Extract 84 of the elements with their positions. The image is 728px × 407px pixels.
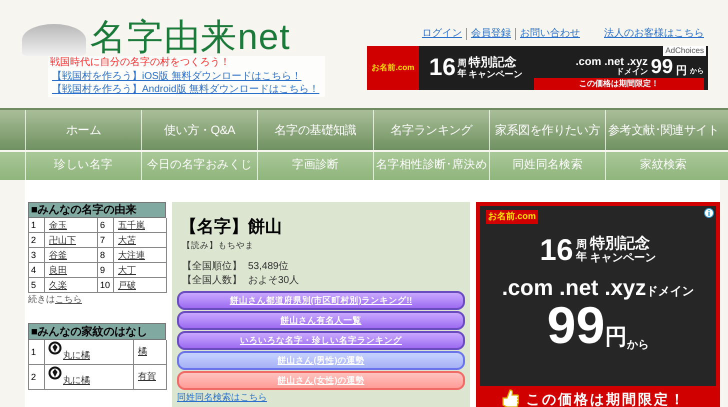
surname-link[interactable]: 大注連 bbox=[118, 250, 145, 260]
surname-link[interactable]: 戸破 bbox=[118, 280, 136, 290]
table-cell: 6 bbox=[98, 218, 114, 233]
ad-text: キャンペーン bbox=[590, 251, 656, 265]
nav-link[interactable]: 参考文献･関連サイト bbox=[605, 110, 721, 150]
surname-link[interactable]: 大苫 bbox=[118, 234, 136, 246]
table-cell: 7 bbox=[98, 233, 114, 248]
ad-text: 周 bbox=[458, 58, 467, 68]
table-cell: 2 bbox=[29, 233, 45, 248]
ad-text: から bbox=[626, 338, 649, 352]
ad-logo: お名前.com bbox=[372, 62, 414, 74]
crest-icon bbox=[48, 366, 62, 380]
header-link[interactable]: ログイン bbox=[418, 28, 466, 40]
surname-link[interactable]: 卍山下 bbox=[49, 234, 76, 246]
nav-link[interactable]: 名字ランキング bbox=[373, 110, 489, 150]
table-cell: 3 bbox=[29, 248, 45, 263]
table-cell: 10 bbox=[98, 278, 114, 293]
header-link[interactable]: 会員登録 bbox=[466, 28, 515, 40]
nav-link[interactable]: 家系図を作りたい方 bbox=[489, 110, 605, 150]
link-button[interactable]: いろいろな名字・珍しい名字ランキング bbox=[177, 331, 465, 350]
ad-text: 99 bbox=[650, 57, 673, 77]
surname-link[interactable]: 金玉 bbox=[49, 220, 67, 230]
ad-text: 特別記念 bbox=[590, 237, 652, 251]
surname-link[interactable]: 有賀 bbox=[138, 370, 156, 384]
link-button[interactable]: 餅山さん有名人一覧 bbox=[177, 311, 465, 330]
header-link[interactable]: お問い合わせ bbox=[515, 28, 584, 40]
table-cell: 9 bbox=[98, 263, 114, 278]
stat-label: 【全国順位】 bbox=[182, 260, 242, 274]
more-link[interactable]: こちら bbox=[55, 293, 82, 306]
ad-text: 円 bbox=[676, 65, 687, 77]
info-icon[interactable] bbox=[704, 208, 714, 218]
surname-link[interactable]: 橘 bbox=[138, 345, 147, 359]
ad-logo: お名前.com bbox=[486, 210, 538, 224]
header-link[interactable]: 法人のお客様はこちら bbox=[600, 28, 708, 40]
crest-icon bbox=[48, 341, 62, 355]
ad-text: .com .net .xyz bbox=[502, 276, 646, 300]
promo-text: 戦国時代に自分の名字の村をつくろう！ bbox=[50, 56, 231, 70]
ad-footer: この価格は期間限定！ bbox=[526, 388, 686, 407]
ad-text: 16 bbox=[429, 56, 456, 80]
stat-label: 【全国人数】 bbox=[182, 274, 242, 288]
download-link[interactable]: 【戦国村を作ろう】Android版 無料ダウンロードはこちら！ bbox=[50, 83, 320, 96]
crest-link[interactable]: 丸に橘 bbox=[63, 375, 90, 386]
table-cell: 1 bbox=[29, 218, 45, 233]
adchoices-label[interactable]: AdChoices bbox=[663, 46, 706, 56]
ad-text: .com .net .xyz bbox=[576, 57, 648, 67]
stat-value: およそ30人 bbox=[248, 274, 300, 288]
more-text: 続きは bbox=[28, 293, 55, 306]
nav-link[interactable]: 使い方・Q&A bbox=[141, 110, 257, 150]
ad-text: 年 bbox=[576, 251, 588, 263]
table-cell: 5 bbox=[29, 278, 45, 293]
surname-link[interactable]: 谷釜 bbox=[49, 250, 67, 260]
mountain-drawing bbox=[22, 24, 86, 56]
surname-link[interactable]: 五千嵐 bbox=[118, 220, 145, 230]
site-logo: 名字由来net bbox=[90, 18, 292, 56]
ad-text: 円 bbox=[604, 323, 627, 351]
table-cell: 8 bbox=[98, 248, 114, 263]
ad-text: ドメイン bbox=[646, 283, 694, 300]
surname-link[interactable]: 大丁 bbox=[118, 264, 136, 276]
nav-link[interactable]: 名字の基礎知識 bbox=[257, 110, 373, 150]
link-button[interactable]: 餅山さん都道府県別(市区町村別)ランキング!! bbox=[177, 291, 465, 310]
crest-link[interactable]: 丸に橘 bbox=[63, 350, 90, 361]
reading-text: もちやま bbox=[218, 239, 254, 251]
download-link[interactable]: 【戦国村を作ろう】iOS版 無料ダウンロードはこちら！ bbox=[50, 70, 320, 83]
table-cell: 2 bbox=[29, 365, 45, 390]
surname-link[interactable]: 良田 bbox=[49, 264, 67, 276]
ad-text: 周 bbox=[576, 239, 588, 251]
reading-label: 【読み】 bbox=[182, 239, 218, 251]
surname-title: 【名字】餅山 bbox=[179, 216, 283, 238]
nav-link[interactable]: ホーム bbox=[25, 110, 141, 150]
table-title: ■みんなの家紋のはなし bbox=[28, 323, 166, 340]
search-link[interactable]: 同姓同名検索はこちら bbox=[177, 391, 465, 403]
table-cell: 1 bbox=[29, 340, 45, 365]
ad-text: 16 bbox=[540, 236, 574, 266]
thumbs-up-icon bbox=[500, 388, 520, 407]
ad-text: キャンペーン bbox=[468, 68, 523, 80]
ad-text: 年 bbox=[458, 68, 467, 78]
ad-text: ドメイン bbox=[616, 67, 648, 77]
ad-text: 99 bbox=[547, 300, 605, 352]
ad-text: 特別記念 bbox=[468, 56, 518, 68]
surname-link[interactable]: 久楽 bbox=[49, 280, 67, 290]
ad-footer: この価格は期間限定！ bbox=[534, 78, 704, 90]
table-title: ■みんなの名字の由来 bbox=[28, 202, 166, 218]
stat-value: 53,489位 bbox=[248, 260, 289, 274]
table-cell: 4 bbox=[29, 263, 45, 278]
